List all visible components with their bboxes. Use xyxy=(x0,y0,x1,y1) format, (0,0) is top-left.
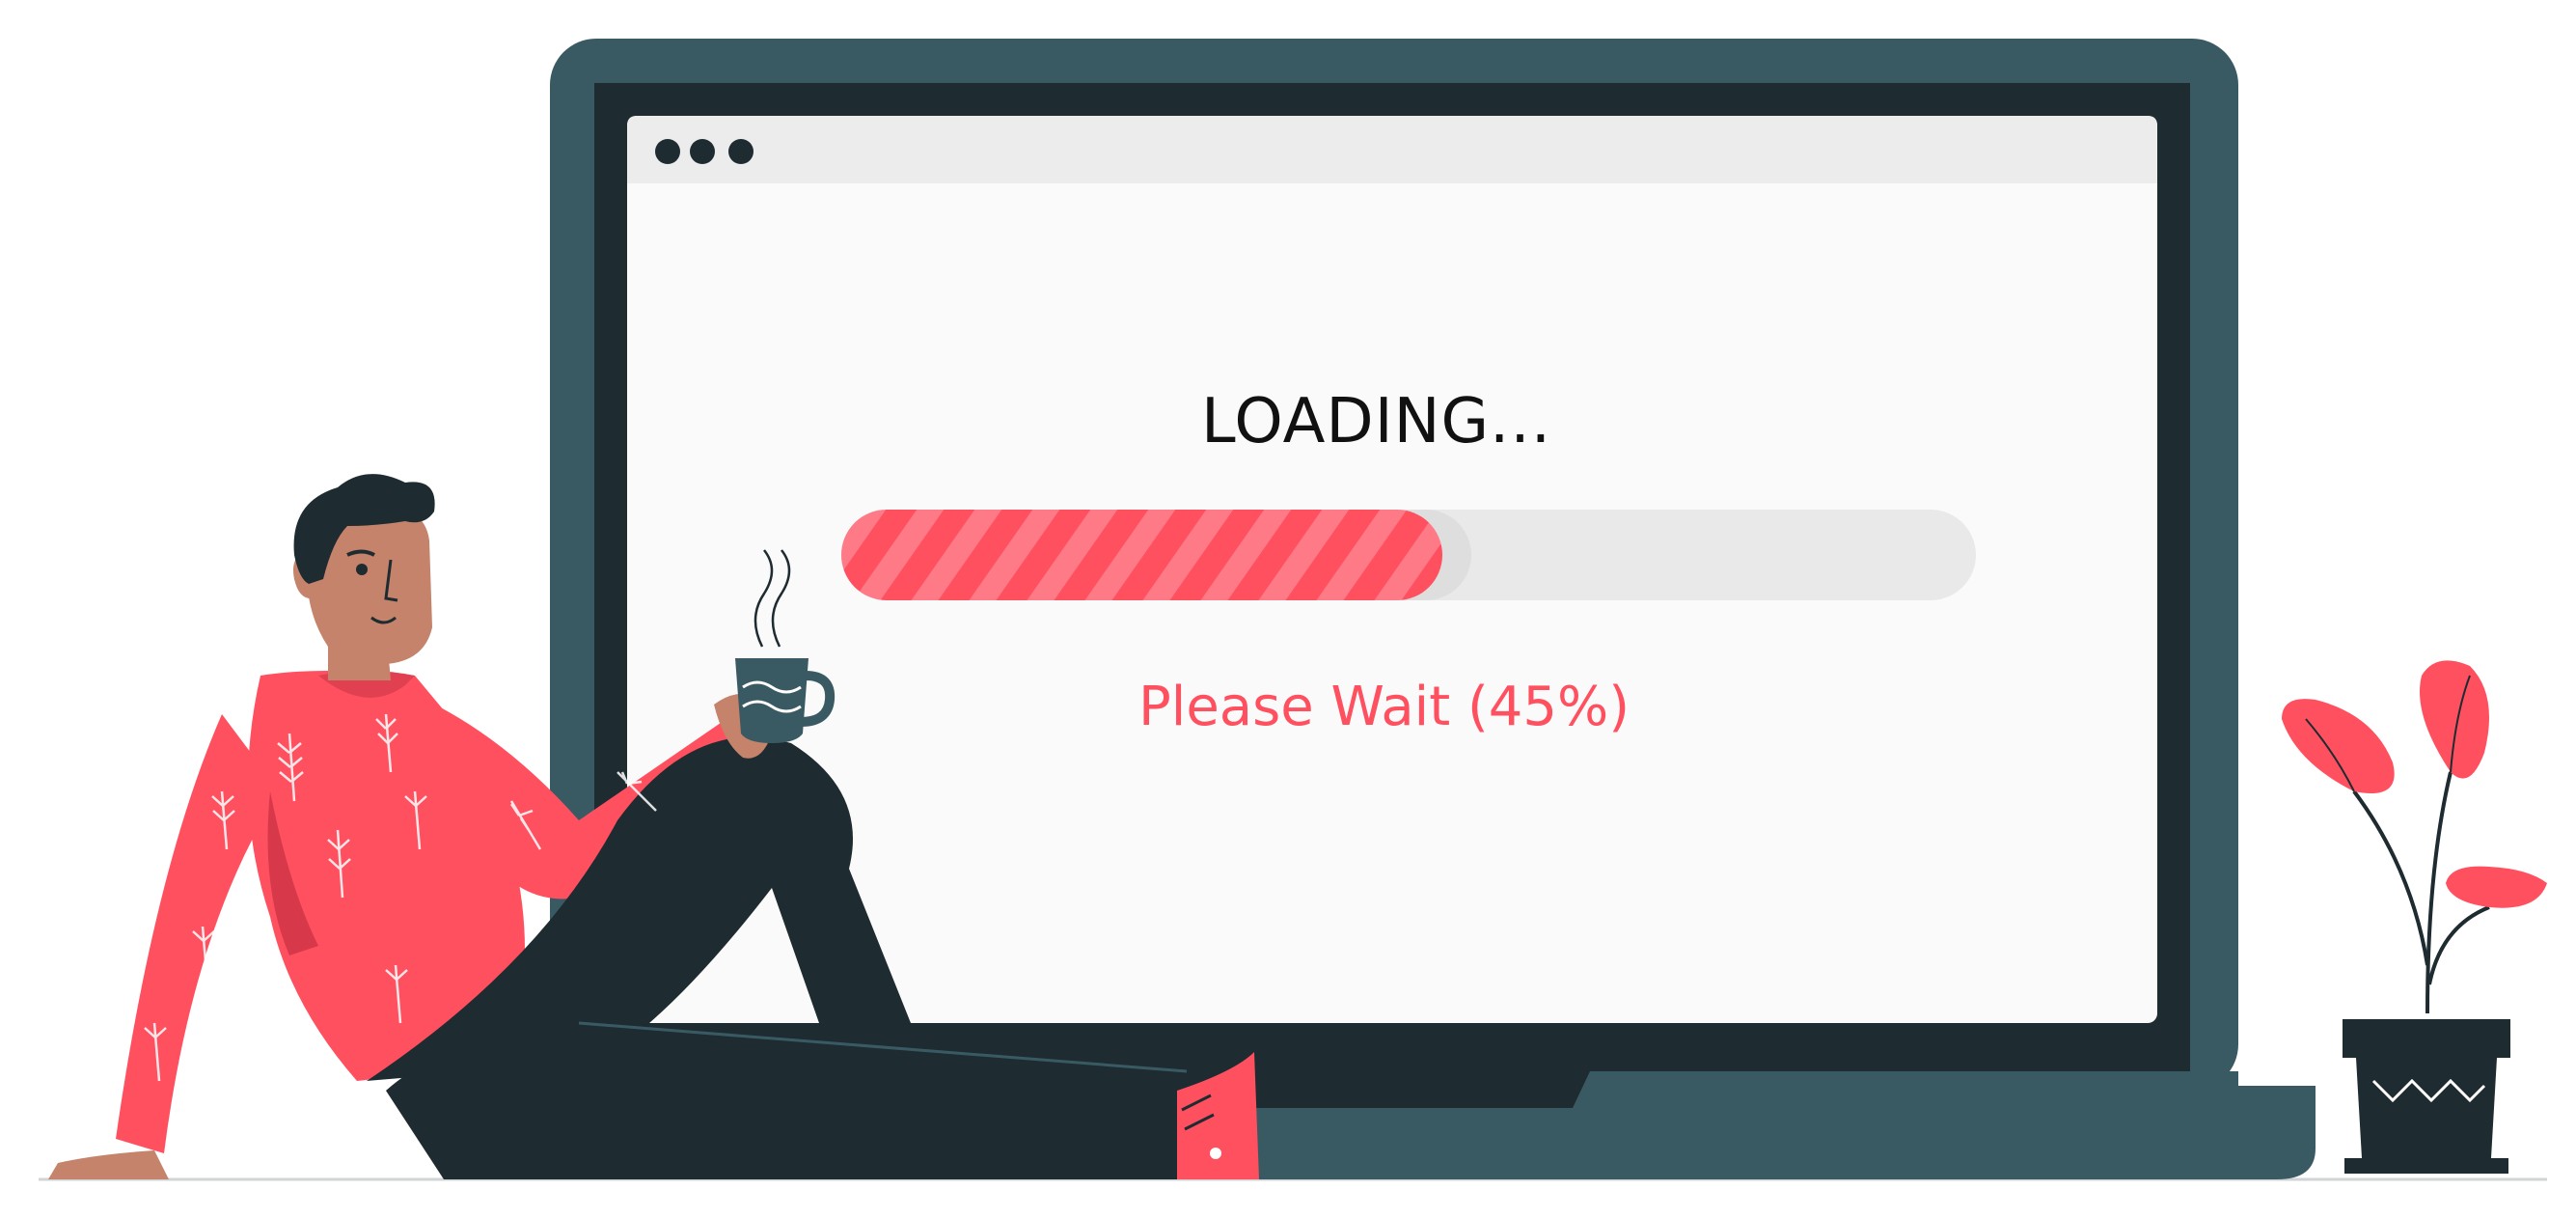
progress-status-text: Please Wait (45%) xyxy=(1138,676,1631,738)
browser-titlebar xyxy=(627,116,2157,183)
loading-illustration: LOADING... Please Wait (45%) xyxy=(0,0,2576,1218)
scene-svg xyxy=(39,39,2547,1181)
window-dot-2 xyxy=(690,139,715,164)
window-dot-3 xyxy=(728,139,754,164)
loading-title: LOADING... xyxy=(1201,386,1552,457)
window-dot-1 xyxy=(655,139,680,164)
progress-bar xyxy=(841,510,1976,600)
progress-fill xyxy=(841,510,1442,600)
potted-plant-icon xyxy=(2282,660,2547,1174)
